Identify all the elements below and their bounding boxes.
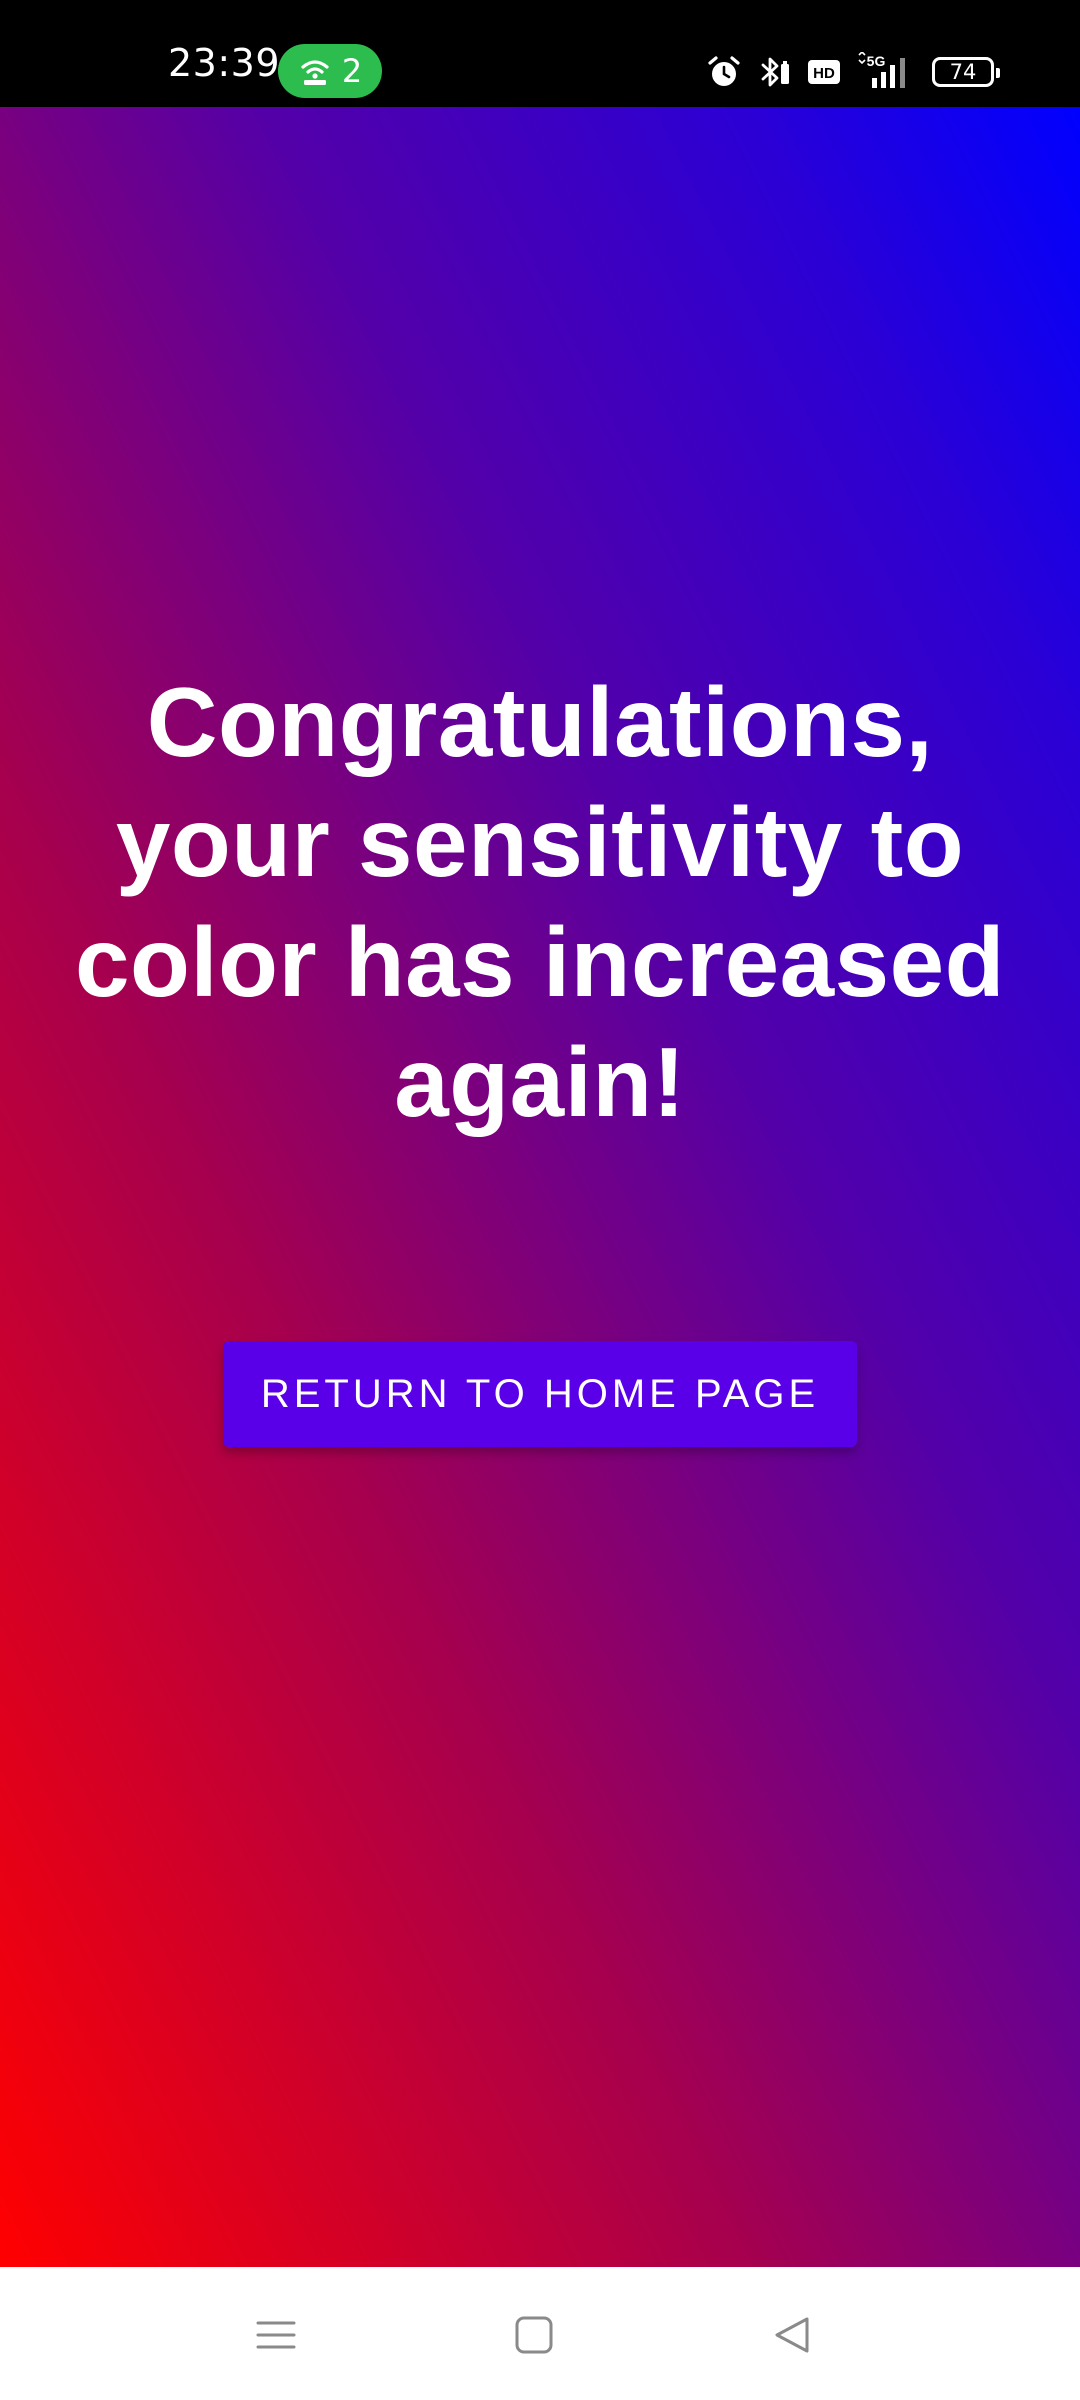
svg-text:HD: HD	[813, 65, 835, 82]
result-screen: Congratulations, your sensitivity to col…	[0, 107, 1080, 2267]
status-bar: 23:39 2 HD 5G 74	[0, 0, 1080, 107]
navigation-bar	[0, 2267, 1080, 2400]
recent-apps-button[interactable]	[236, 2295, 316, 2375]
congratulations-message: Congratulations, your sensitivity to col…	[74, 667, 1006, 1137]
status-icons: HD 5G 74	[706, 50, 1000, 94]
hotspot-icon	[301, 60, 329, 85]
back-button[interactable]	[752, 2295, 832, 2375]
hd-icon: HD	[808, 60, 840, 84]
battery-level: 74	[949, 59, 977, 84]
return-home-button[interactable]: RETURN TO HOME PAGE	[223, 1341, 857, 1447]
menu-icon	[256, 2321, 296, 2349]
screen: 23:39 2 HD 5G 74 Congratulations, your s…	[0, 0, 1080, 2400]
battery-icon: 74	[932, 57, 1000, 87]
hotspot-count: 2	[341, 52, 363, 90]
signal-5g-icon: 5G	[858, 52, 905, 88]
home-button[interactable]	[494, 2295, 574, 2375]
alarm-icon	[708, 56, 740, 86]
svg-text:5G: 5G	[867, 53, 886, 69]
home-icon	[515, 2316, 553, 2354]
status-time: 23:39	[168, 41, 281, 85]
hotspot-pill[interactable]: 2	[278, 44, 382, 98]
back-icon	[775, 2317, 809, 2353]
bluetooth-icon	[761, 57, 789, 87]
